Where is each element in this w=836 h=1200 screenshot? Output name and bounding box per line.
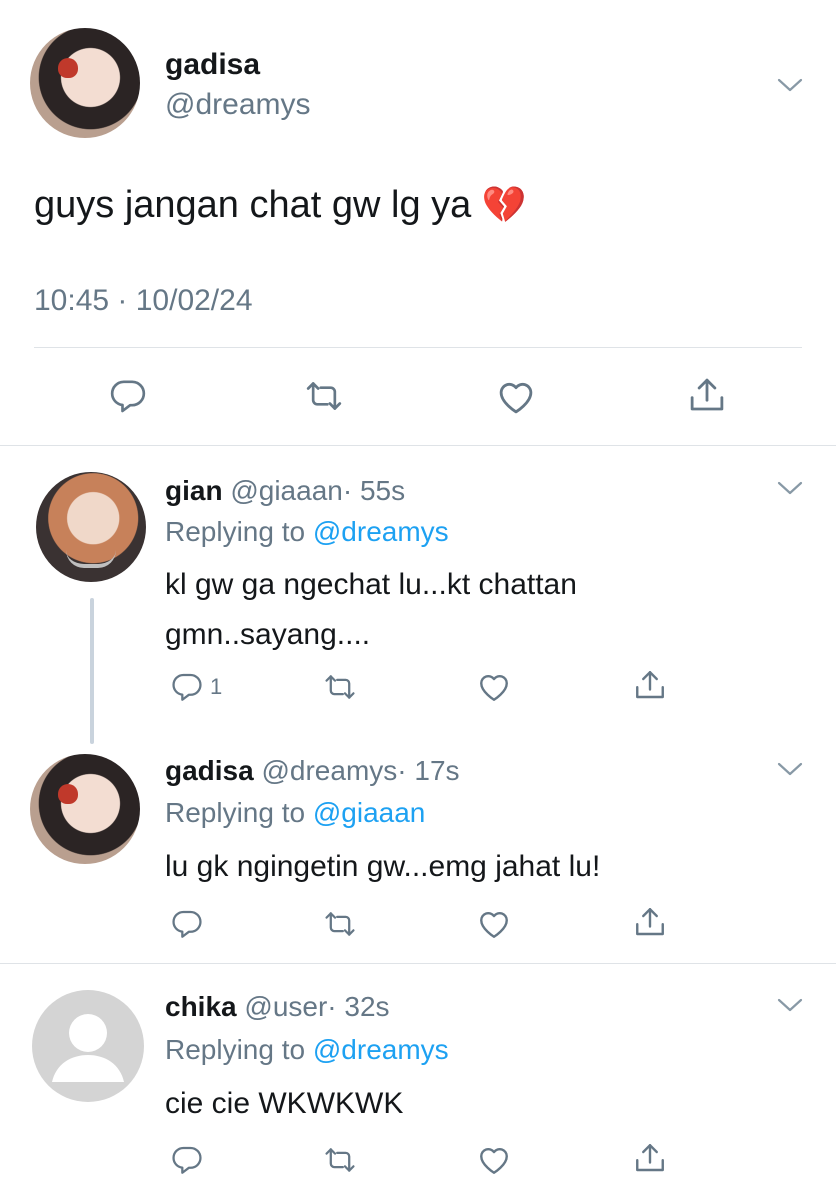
chevron-down-icon[interactable] (775, 759, 805, 779)
section-divider (0, 445, 836, 446)
retweet-button[interactable] (303, 376, 345, 416)
chevron-down-icon[interactable] (775, 75, 805, 95)
like-button[interactable] (495, 376, 537, 418)
replying-to: Replying to @dreamys (165, 516, 449, 548)
retweet-icon (322, 1143, 358, 1177)
share-button[interactable] (686, 374, 728, 416)
divider (34, 347, 802, 348)
tweet-timestamp[interactable]: 10:45 · 10/02/24 (34, 284, 253, 318)
like-icon (476, 906, 512, 942)
author-handle[interactable]: @user (244, 991, 327, 1022)
reply-icon (170, 907, 204, 941)
avatar[interactable] (30, 754, 140, 864)
reply-button[interactable] (170, 1143, 204, 1177)
strawberry-icon (58, 58, 78, 78)
like-button[interactable] (476, 906, 512, 942)
share-button[interactable] (632, 904, 668, 940)
author-name[interactable]: gadisa (165, 48, 260, 82)
reply-time[interactable]: · 55s (343, 475, 405, 506)
like-icon (495, 376, 537, 418)
reply-button[interactable] (108, 376, 148, 416)
share-button[interactable] (632, 1140, 668, 1176)
replying-to-label: Replying to (165, 1034, 306, 1065)
avatar[interactable] (32, 990, 144, 1102)
author-name[interactable]: gian (165, 475, 223, 506)
reply-header: gadisa @dreamys· 17s (165, 755, 460, 787)
reply-text-line: lu gk ngingetin gw...emg jahat lu! (165, 850, 601, 883)
like-icon (476, 669, 512, 705)
author-handle[interactable]: @dreamys (165, 88, 311, 122)
thread-line (90, 598, 94, 744)
retweet-button[interactable] (322, 1143, 358, 1177)
share-icon (686, 374, 728, 416)
replying-to: Replying to @giaaan (165, 797, 425, 829)
strawberry-icon (58, 784, 78, 804)
like-button[interactable] (476, 1142, 512, 1178)
reply-icon (108, 376, 148, 416)
tweet-text-body: guys jangan chat gw lg ya (34, 184, 472, 226)
broken-heart-icon: 💔 (481, 184, 527, 225)
chevron-down-icon[interactable] (775, 478, 805, 498)
reply-time[interactable]: · 17s (397, 755, 459, 786)
avatar[interactable] (30, 28, 140, 138)
reply-text-line: cie cie WKWKWK (165, 1087, 404, 1120)
retweet-icon (303, 376, 345, 416)
share-button[interactable] (632, 667, 668, 703)
share-icon (632, 904, 668, 940)
retweet-button[interactable] (322, 907, 358, 941)
reply-icon (170, 670, 204, 704)
reply-header: chika @user· 32s (165, 991, 390, 1023)
reply-text-line: kl gw ga ngechat lu...kt chattan (165, 568, 577, 601)
reply-button[interactable]: 1 (170, 670, 222, 704)
reply-header: gian @giaaan· 55s (165, 475, 405, 507)
replying-to-label: Replying to (165, 797, 306, 828)
author-name[interactable]: gadisa (165, 755, 254, 786)
replying-to-handle[interactable]: @dreamys (313, 516, 449, 547)
reply-icon (170, 1143, 204, 1177)
replying-to-handle[interactable]: @giaaan (313, 797, 426, 828)
replying-to-label: Replying to (165, 516, 306, 547)
share-icon (632, 1140, 668, 1176)
tweet-text: guys jangan chat gw lg ya 💔 (34, 184, 527, 227)
reply-time[interactable]: · 32s (327, 991, 389, 1022)
chevron-down-icon[interactable] (775, 995, 805, 1015)
section-divider (0, 963, 836, 964)
author-handle[interactable]: @dreamys (261, 755, 397, 786)
like-icon (476, 1142, 512, 1178)
author-name[interactable]: chika (165, 991, 237, 1022)
retweet-icon (322, 907, 358, 941)
default-avatar-icon (52, 1014, 124, 1082)
reply-text-line: gmn..sayang.... (165, 618, 371, 651)
retweet-button[interactable] (322, 670, 358, 704)
replying-to: Replying to @dreamys (165, 1034, 449, 1066)
author-handle[interactable]: @giaaan (230, 475, 343, 506)
retweet-icon (322, 670, 358, 704)
avatar[interactable] (36, 472, 146, 582)
like-button[interactable] (476, 669, 512, 705)
reply-button[interactable] (170, 907, 204, 941)
reply-count: 1 (210, 674, 223, 699)
replying-to-handle[interactable]: @dreamys (313, 1034, 449, 1065)
necklace (66, 550, 116, 568)
share-icon (632, 667, 668, 703)
